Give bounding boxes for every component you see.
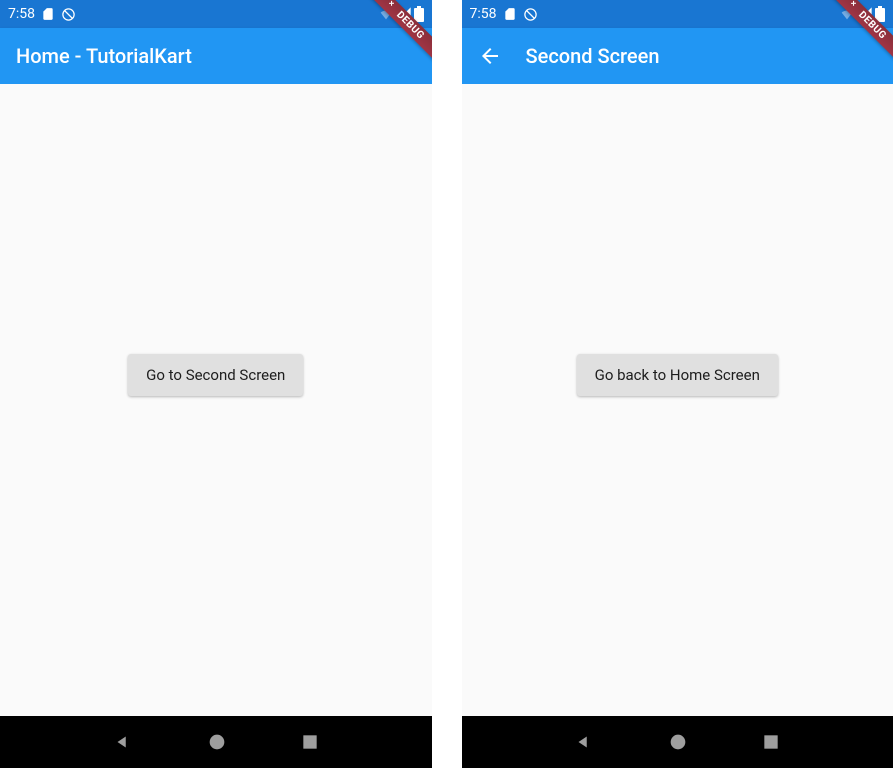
nav-home-icon[interactable] [667, 731, 689, 753]
nav-recents-icon[interactable] [761, 732, 781, 752]
dnd-icon [523, 7, 538, 22]
app-bar: Second Screen [462, 28, 893, 84]
second-screen-phone: DEBUG 7:58 Second Scree [462, 0, 893, 768]
android-nav-bar [0, 716, 432, 768]
status-bar: 7:58 [462, 0, 893, 28]
nav-home-icon[interactable] [206, 731, 228, 753]
sd-card-icon [503, 7, 517, 21]
app-bar-title: Second Screen [526, 44, 660, 68]
status-bar: 7:58 [0, 0, 432, 28]
app-bar: Home - TutorialKart [0, 28, 432, 84]
status-left: 7:58 [8, 6, 76, 22]
go-to-second-screen-button[interactable]: Go to Second Screen [128, 354, 303, 396]
status-time: 7:58 [470, 6, 497, 22]
status-time: 7:58 [8, 6, 35, 22]
status-left: 7:58 [470, 6, 538, 22]
home-screen-phone: DEBUG 7:58 Home - TutorialKart [0, 0, 432, 768]
back-arrow-icon[interactable] [478, 44, 502, 68]
sd-card-icon [41, 7, 55, 21]
go-back-home-button[interactable]: Go back to Home Screen [577, 354, 778, 396]
content-area: Go back to Home Screen [462, 84, 893, 716]
app-bar-title: Home - TutorialKart [16, 44, 192, 68]
android-nav-bar [462, 716, 893, 768]
nav-back-icon[interactable] [573, 731, 595, 753]
nav-recents-icon[interactable] [300, 732, 320, 752]
dnd-icon [61, 7, 76, 22]
content-area: Go to Second Screen [0, 84, 432, 716]
nav-back-icon[interactable] [112, 731, 134, 753]
